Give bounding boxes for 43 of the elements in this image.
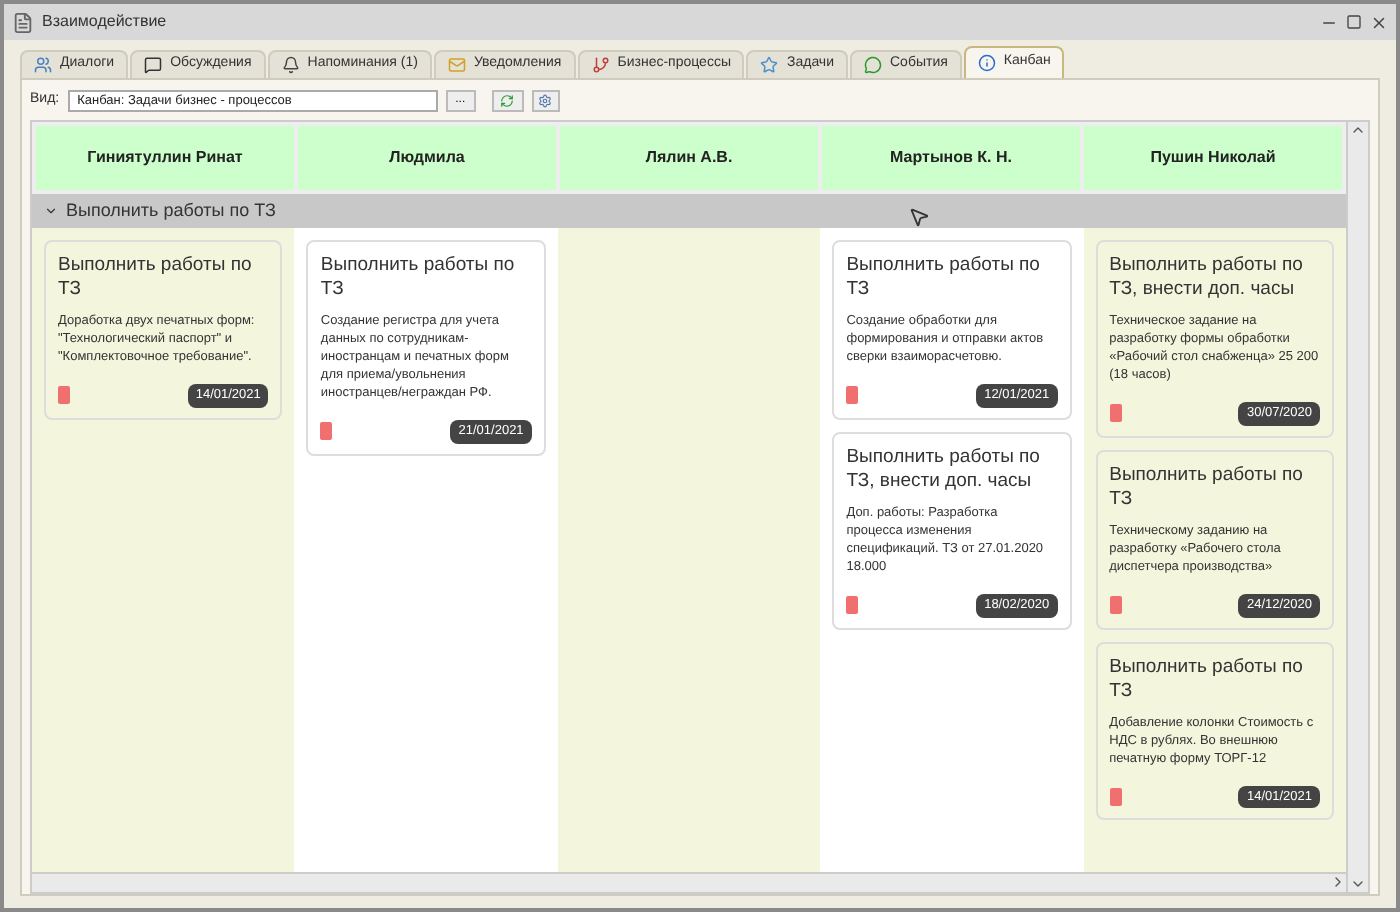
- window-title: Взаимодействие: [42, 10, 169, 34]
- scroll-up-icon[interactable]: [1350, 122, 1366, 138]
- star-icon: [760, 56, 779, 74]
- branch-icon: [591, 56, 610, 74]
- envelope-icon: [447, 56, 466, 74]
- cursor-icon: [908, 206, 930, 228]
- column-header: Людмила: [298, 126, 556, 190]
- refresh-button[interactable]: [491, 89, 524, 111]
- column-header: Гиниятуллин Ринат: [36, 126, 294, 190]
- vertical-scrollbar[interactable]: [1346, 122, 1368, 892]
- document-icon: [12, 11, 34, 33]
- refresh-icon: [500, 93, 515, 107]
- scroll-down-icon[interactable]: [1350, 876, 1366, 892]
- info-icon: [977, 54, 996, 72]
- card-title: Выполнить работы по ТЗ: [58, 254, 254, 302]
- speech-bubble-icon: [864, 56, 882, 74]
- priority-icon: [1109, 404, 1122, 423]
- users-icon: [34, 56, 52, 74]
- bell-icon: [281, 56, 300, 74]
- card-title: Выполнить работы по ТЗ: [320, 254, 517, 302]
- collapse-icon: [44, 204, 58, 218]
- column-header: Мартынов К. Н.: [822, 126, 1080, 190]
- priority-icon: [58, 386, 70, 405]
- settings-icon: [538, 93, 553, 107]
- group-header[interactable]: Выполнить работы по ТЗ: [32, 194, 1346, 228]
- card-title: Выполнить работы по ТЗ, внести доп. часы: [1109, 254, 1305, 302]
- priority-icon: [1109, 596, 1122, 615]
- scroll-right-icon[interactable]: [1330, 874, 1346, 890]
- priority-icon: [846, 596, 859, 615]
- card-title: Выполнить работы по ТЗ, внести доп. часы: [846, 445, 1042, 494]
- speech-bubble-icon: [144, 56, 163, 74]
- column-header: Пушин Николай: [1084, 126, 1342, 190]
- close-icon[interactable]: [1370, 13, 1388, 31]
- priority-icon: [320, 422, 333, 441]
- column-header: Лялин А.В.: [560, 126, 818, 190]
- priority-icon: [846, 386, 859, 405]
- priority-icon: [1109, 787, 1122, 806]
- settings-button[interactable]: [531, 89, 560, 111]
- horizontal-scrollbar[interactable]: [32, 872, 1346, 892]
- card-title: Выполнить работы по ТЗ: [846, 254, 1042, 302]
- card-title: Выполнить работы по ТЗ: [1109, 463, 1305, 512]
- maximize-icon[interactable]: [1346, 14, 1362, 30]
- card-title: Выполнить работы по ТЗ: [1109, 655, 1305, 703]
